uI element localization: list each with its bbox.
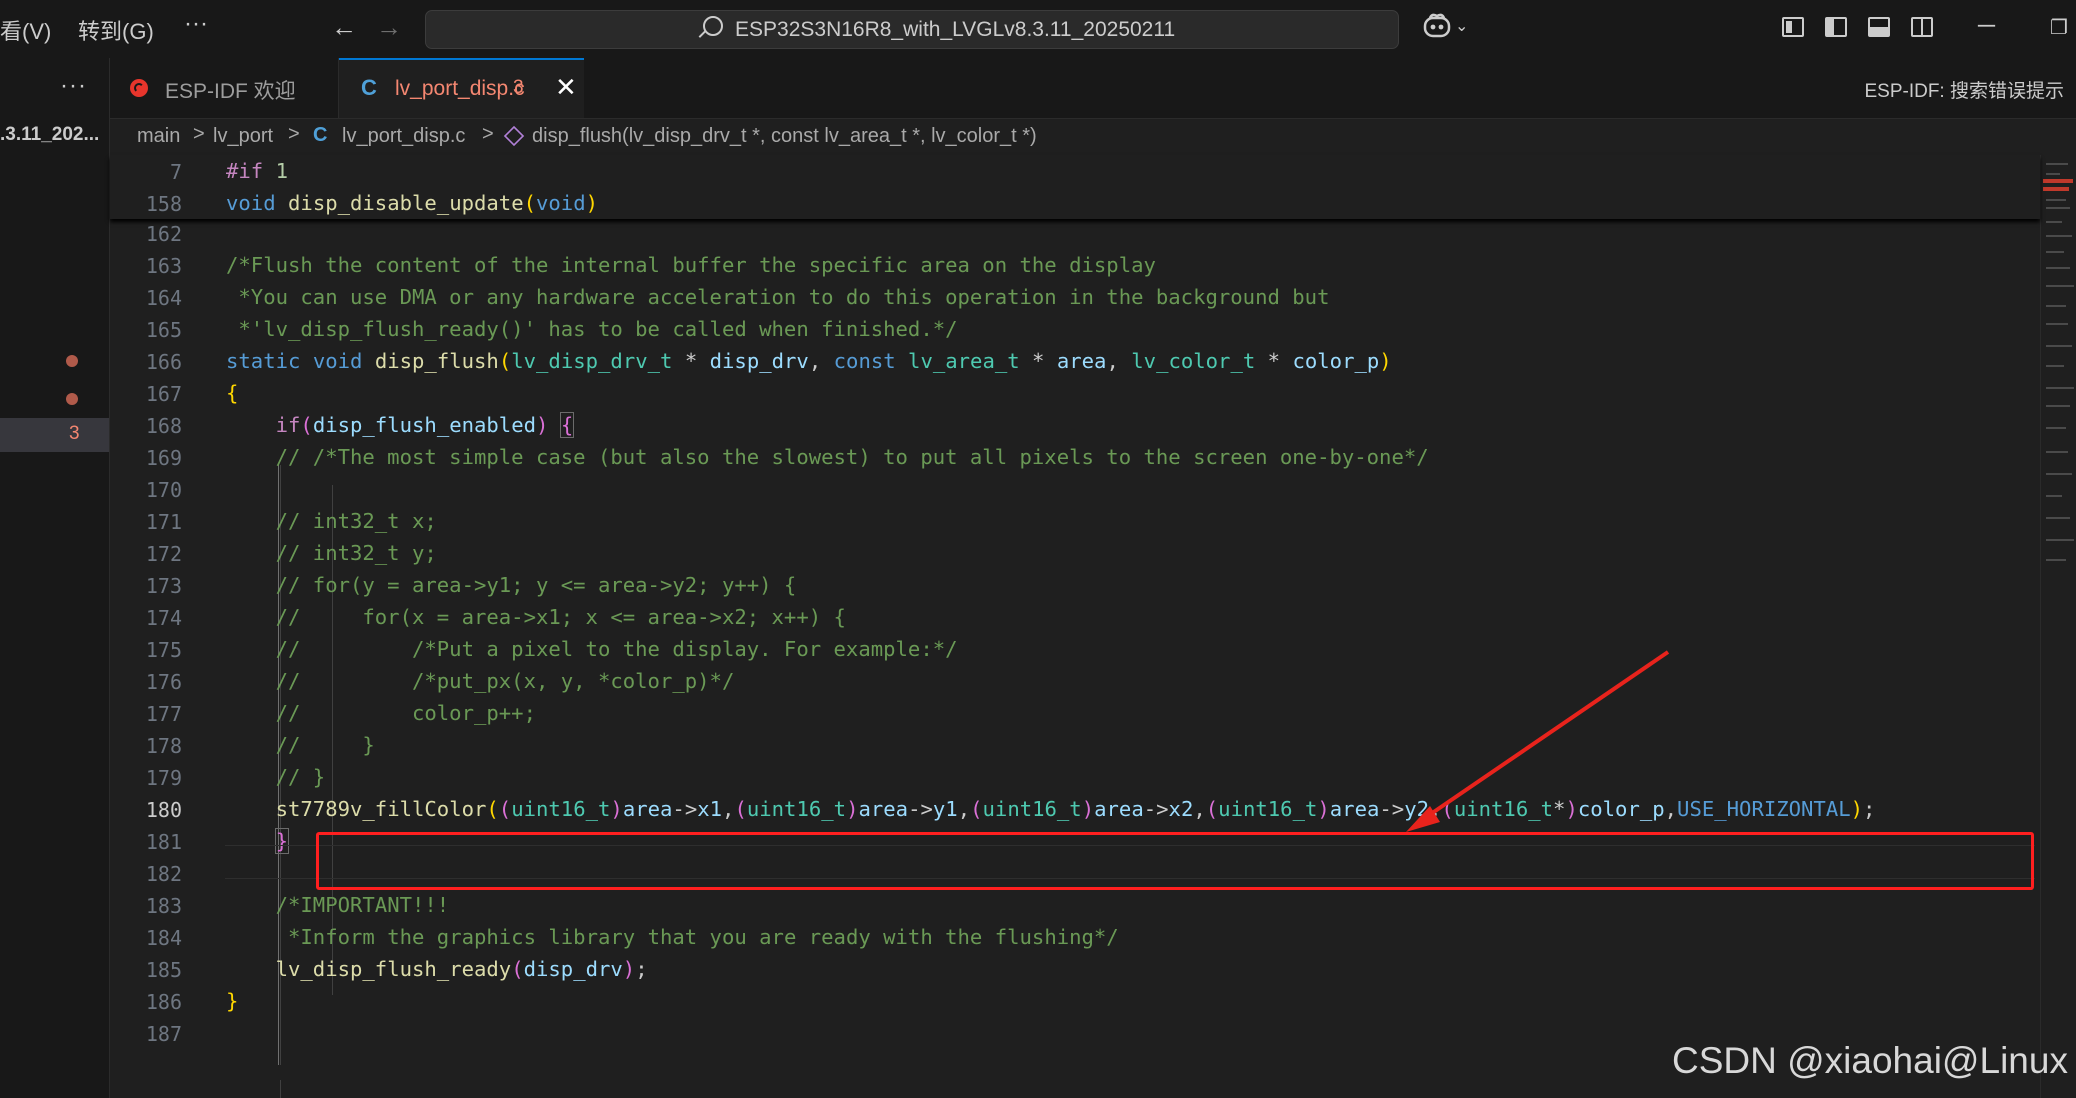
annotation-arrow xyxy=(1406,650,1670,832)
